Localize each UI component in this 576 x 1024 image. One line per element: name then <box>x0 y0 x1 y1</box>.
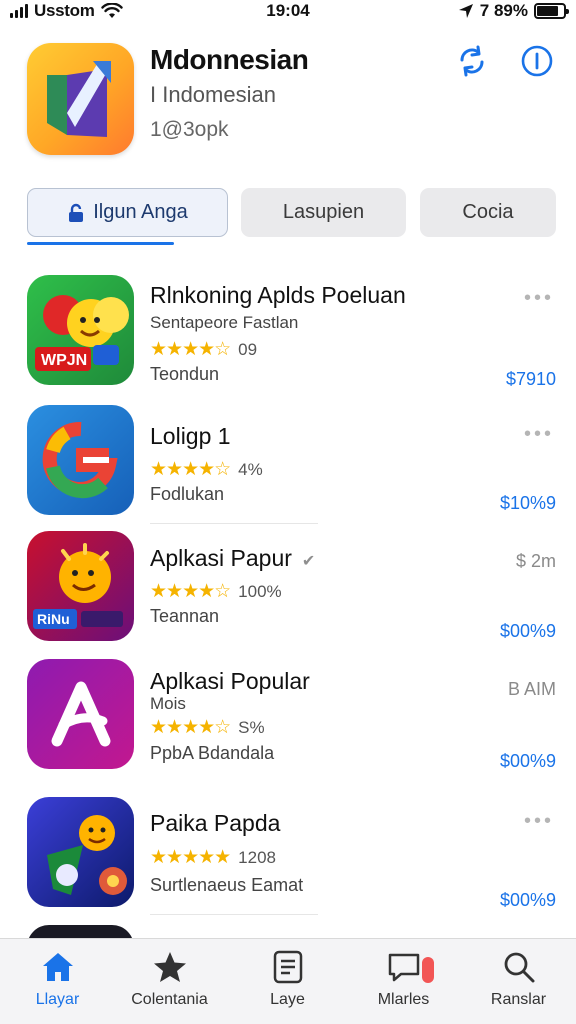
tab-ilgun-anga[interactable]: Ilgun Anga <box>27 188 228 237</box>
stars-icon: ★★★★☆ <box>150 717 231 738</box>
home-icon <box>40 949 76 985</box>
item-title: Aplkasi Popular <box>150 668 310 694</box>
item-price[interactable]: $00%9 <box>500 890 556 911</box>
refresh-button[interactable] <box>454 43 490 79</box>
tab-bar-label: Mlarles <box>377 991 430 1008</box>
tab-label: Ilgun Anga <box>93 201 188 223</box>
item-size: B AIM <box>507 679 556 699</box>
app-icon <box>27 797 134 907</box>
check-icon: ✔ <box>301 553 316 570</box>
svg-text:WPJN: WPJN <box>41 352 87 369</box>
rating-value: 100% <box>238 581 282 601</box>
more-icon[interactable]: ••• <box>524 810 554 833</box>
tab-bar-label: Laye <box>270 991 305 1008</box>
rating-value: S% <box>238 717 265 737</box>
star-icon <box>152 949 188 985</box>
battery-percent: 7 89% <box>479 1 528 20</box>
item-price[interactable]: $00%9 <box>500 751 556 772</box>
divider <box>150 914 318 915</box>
tab-bar-item-ranslar[interactable]: Ranslar <box>461 949 576 1009</box>
bottom-tab-bar: Llayar Colentania Laye Mlarles Ranslar <box>0 938 576 1024</box>
item-title: Aplkasi Papur ✔ <box>150 545 315 572</box>
info-button[interactable] <box>519 43 555 79</box>
list-item[interactable]: Paika Papda ★★★★★ 1208 Surtlenaeus Eamat… <box>0 797 576 915</box>
tab-bar-item-laye[interactable]: Laye <box>230 949 345 1009</box>
tab-bar-label: Ranslar <box>490 991 547 1008</box>
tab-lasupien[interactable]: Lasupien <box>241 188 406 237</box>
app-icon: RiNu <box>27 531 134 641</box>
item-rating: ★★★★☆ 4% <box>150 458 263 481</box>
item-title: Rlnkoning Aplds Poeluan <box>150 282 406 308</box>
refresh-icon <box>460 45 484 77</box>
stars-icon: ★★★★☆ <box>150 339 231 360</box>
divider <box>150 523 318 524</box>
tab-label: Lasupien <box>282 201 365 223</box>
item-size: $ 2m <box>515 551 556 571</box>
active-tab-indicator <box>27 242 174 245</box>
rating-value: 4% <box>238 459 263 479</box>
stars-icon: ★★★★★ <box>150 847 231 868</box>
status-right: 7 89% <box>458 1 569 21</box>
item-title: Paika Papda <box>150 810 281 836</box>
tab-bar-label: Colentania <box>131 991 208 1008</box>
item-rating: ★★★★☆ 09 <box>150 338 257 361</box>
stars-icon: ★★★★☆ <box>150 459 231 480</box>
item-category: PpbA Bdandala <box>150 743 275 763</box>
svg-text:RiNu: RiNu <box>37 611 70 627</box>
more-icon[interactable]: ••• <box>524 423 554 446</box>
item-category: Fodlukan <box>150 484 225 504</box>
search-icon <box>501 949 537 985</box>
list-item[interactable]: Aplkasi Popular Mois ★★★★☆ S% PpbA Bdand… <box>0 659 576 774</box>
item-rating: ★★★★★ 1208 <box>150 846 276 869</box>
tab-bar-item-mlarles[interactable]: Mlarles <box>346 949 461 1009</box>
status-bar: Usstom 19:04 7 89% <box>0 0 576 24</box>
page-subtitle: I Indomesian <box>150 82 276 107</box>
item-title: Loligp 1 <box>150 423 231 449</box>
item-price[interactable]: $00%9 <box>500 621 556 642</box>
rating-value: 1208 <box>238 847 276 867</box>
item-title-text: Aplkasi Papur <box>150 545 292 571</box>
app-icon <box>27 405 134 515</box>
tab-bar-item-colentania[interactable]: Colentania <box>112 949 227 1009</box>
list-icon <box>270 949 306 985</box>
app-icon <box>27 659 134 769</box>
app-icon: WPJN <box>27 275 134 385</box>
chat-icon <box>386 949 434 985</box>
tab-bar-label: Llayar <box>35 991 80 1008</box>
notification-badge <box>421 957 434 983</box>
location-arrow-icon <box>458 4 473 18</box>
stars-icon: ★★★★☆ <box>150 581 231 602</box>
rating-value: 09 <box>238 339 258 359</box>
list-item[interactable]: Loligp 1 ★★★★☆ 4% Fodlukan ••• $10%9 <box>0 405 576 524</box>
item-rating: ★★★★☆ S% <box>150 716 265 739</box>
item-subtitle: Mois <box>150 694 186 713</box>
tab-bar-item-llayar[interactable]: Llayar <box>0 949 115 1009</box>
tab-cocia[interactable]: Cocia <box>420 188 556 237</box>
item-category: Surtlenaeus Eamat <box>150 875 304 895</box>
item-category: Teondun <box>150 364 220 384</box>
item-price[interactable]: $7910 <box>506 369 556 390</box>
list-item[interactable]: RiNu Aplkasi Papur ✔ ★★★★☆ 100% Teannan $… <box>0 531 576 646</box>
battery-icon <box>534 3 569 19</box>
info-icon <box>521 45 553 77</box>
item-rating: ★★★★☆ 100% <box>150 580 282 603</box>
item-price[interactable]: $10%9 <box>500 493 556 514</box>
app-icon <box>27 43 134 155</box>
tab-label: Cocia <box>462 201 514 223</box>
lock-icon <box>69 203 84 222</box>
item-category: Teannan <box>150 606 220 626</box>
item-subtitle: Sentapeore Fastlan <box>150 313 299 332</box>
list-item[interactable]: WPJN Rlnkoning Aplds Poeluan Sentapeore … <box>0 275 576 390</box>
more-icon[interactable]: ••• <box>524 287 554 310</box>
page-title: Mdonnesian <box>150 44 309 75</box>
page-meta: 1@3opk <box>150 118 229 141</box>
